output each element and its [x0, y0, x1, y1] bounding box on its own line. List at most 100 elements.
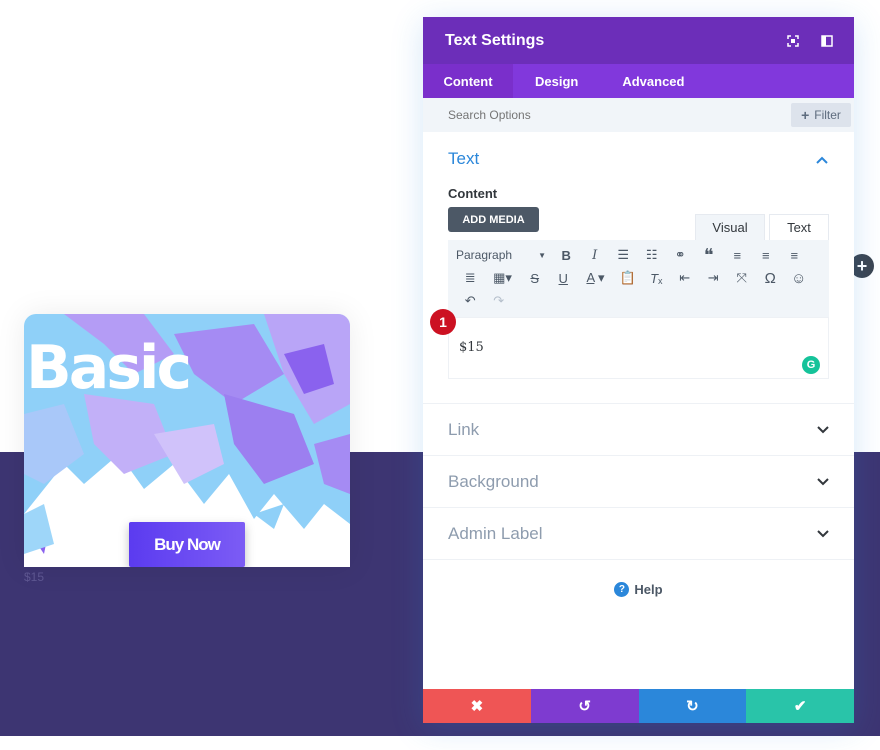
save-button[interactable]: ✔: [746, 689, 854, 723]
clear-formatting-button[interactable]: Tₓ: [642, 267, 671, 289]
filter-button[interactable]: + Filter: [791, 103, 851, 127]
help-link[interactable]: ? Help: [423, 582, 854, 597]
section-title-text[interactable]: Text: [448, 149, 479, 169]
align-right-icon: ≡: [790, 247, 799, 263]
section-title-background: Background: [448, 471, 539, 491]
text-color-button[interactable]: A ▾: [578, 267, 614, 289]
underline-button[interactable]: U: [549, 267, 578, 289]
check-icon: ✔: [793, 698, 807, 715]
paragraph-label: Paragraph: [456, 248, 513, 262]
text-color-icon: A ▾: [586, 270, 605, 285]
close-icon: ✖: [470, 698, 484, 715]
blockquote-button[interactable]: ❝: [695, 244, 724, 266]
editor-text[interactable]: $15: [459, 340, 484, 355]
undo-button[interactable]: ↺: [530, 689, 639, 723]
align-center-icon: ≡: [761, 247, 770, 263]
page-canvas: Basic Buy Now $15 + Text Settings Conten…: [0, 0, 880, 750]
chevron-down-icon: [817, 475, 829, 489]
paste-text-button[interactable]: 📋: [614, 267, 643, 289]
question-icon: ?: [614, 582, 630, 597]
numbered-list-icon: ☷: [645, 247, 658, 262]
table-button[interactable]: ▦▾: [485, 267, 521, 289]
grammarly-icon[interactable]: G: [802, 356, 820, 374]
justify-icon: ≣: [464, 270, 476, 285]
chevron-up-icon[interactable]: [816, 152, 828, 167]
fullscreen-icon: ⤧: [736, 270, 747, 285]
bold-button[interactable]: B: [552, 244, 581, 266]
toolbar-row-2: ≣ ▦▾ S U A ▾ 📋 Tₓ ⇤ ⇥ ⤧ Ω ☺: [456, 267, 813, 289]
filter-label: Filter: [814, 108, 841, 122]
tab-advanced[interactable]: Advanced: [600, 64, 706, 98]
tab-visual-editor[interactable]: Visual: [695, 214, 765, 240]
link-button[interactable]: ⚭: [666, 244, 695, 266]
plus-icon: +: [856, 255, 868, 276]
redo-edit-button[interactable]: ↷: [485, 290, 514, 312]
redo-icon: ↻: [686, 698, 699, 715]
pricing-card[interactable]: Basic Buy Now: [24, 314, 350, 567]
editor-toolbar: Paragraph ▼ B I ☰ ☷ ⚭ ❝ ≡ ≡ ≡ ≣ ▦▾ S U A…: [448, 240, 829, 317]
align-right-button[interactable]: ≡: [780, 244, 809, 266]
cancel-button[interactable]: ✖: [423, 689, 531, 723]
panel-footer: ✖ ↺ ↻ ✔: [423, 689, 854, 723]
align-center-button[interactable]: ≡: [752, 244, 781, 266]
strikethrough-icon: S: [530, 270, 540, 286]
content-editor[interactable]: $15 G: [448, 317, 829, 379]
caret-down-icon: ▼: [538, 250, 546, 260]
underline-icon: U: [558, 270, 568, 286]
section-title-admin-label: Admin Label: [448, 523, 543, 543]
strikethrough-button[interactable]: S: [521, 267, 550, 289]
undo-edit-button[interactable]: ↶: [456, 290, 485, 312]
justify-button[interactable]: ≣: [456, 267, 485, 289]
buy-now-button[interactable]: Buy Now: [129, 522, 245, 567]
chevron-down-icon: [817, 423, 829, 437]
smiley-icon: ☺: [791, 269, 807, 287]
chevron-down-icon: [817, 527, 829, 541]
paragraph-select[interactable]: Paragraph ▼: [456, 244, 552, 266]
emoji-button[interactable]: ☺: [785, 267, 814, 289]
expand-icon: [787, 34, 799, 47]
split-view-button[interactable]: [810, 24, 844, 58]
indent-button[interactable]: ⇥: [699, 267, 728, 289]
table-icon: ▦▾: [493, 270, 512, 285]
settings-panel: Text Settings Content Design Advanced + …: [423, 17, 854, 723]
bold-icon: B: [561, 247, 571, 263]
undo-icon: ↶: [464, 293, 476, 308]
content-label: Content: [448, 186, 498, 201]
italic-button[interactable]: I: [581, 244, 610, 266]
link-section[interactable]: Link: [423, 404, 854, 456]
undo-icon: ↺: [578, 698, 591, 715]
add-media-button[interactable]: ADD MEDIA: [448, 207, 539, 232]
toolbar-row-3: ↶ ↷: [456, 290, 513, 312]
panel-header: Text Settings: [423, 17, 854, 64]
redo-icon: ↷: [493, 293, 505, 308]
numbered-list-button[interactable]: ☷: [638, 244, 667, 266]
outdent-button[interactable]: ⇤: [671, 267, 700, 289]
italic-icon: I: [592, 247, 598, 263]
outdent-icon: ⇤: [679, 270, 691, 285]
redo-button[interactable]: ↻: [638, 689, 747, 723]
fullscreen-editor-button[interactable]: ⤧: [728, 267, 757, 289]
indent-icon: ⇥: [707, 270, 719, 285]
tab-text-editor[interactable]: Text: [769, 214, 829, 240]
search-bar: + Filter: [423, 98, 854, 132]
clipboard-icon: 📋: [619, 270, 636, 285]
tab-content[interactable]: Content: [423, 64, 513, 98]
panel-tabs: Content Design Advanced: [423, 64, 854, 98]
link-icon: ⚭: [674, 247, 686, 262]
admin-label-section[interactable]: Admin Label: [423, 508, 854, 560]
tab-design[interactable]: Design: [513, 64, 600, 98]
bullet-list-button[interactable]: ☰: [609, 244, 638, 266]
align-left-icon: ≡: [733, 247, 742, 263]
price-text: $15: [24, 570, 45, 584]
text-section: Text Content ADD MEDIA Visual Text Parag…: [423, 132, 854, 404]
card-title: Basic: [26, 333, 192, 403]
fullscreen-button[interactable]: [776, 24, 810, 58]
sidebar-layout-icon: [821, 34, 833, 47]
align-left-button[interactable]: ≡: [723, 244, 752, 266]
search-input[interactable]: [448, 108, 748, 122]
toolbar-row-1: Paragraph ▼ B I ☰ ☷ ⚭ ❝ ≡ ≡ ≡: [456, 244, 809, 266]
panel-title: Text Settings: [445, 31, 545, 49]
help-label: Help: [634, 582, 663, 597]
background-section[interactable]: Background: [423, 456, 854, 508]
special-character-button[interactable]: Ω: [756, 267, 785, 289]
